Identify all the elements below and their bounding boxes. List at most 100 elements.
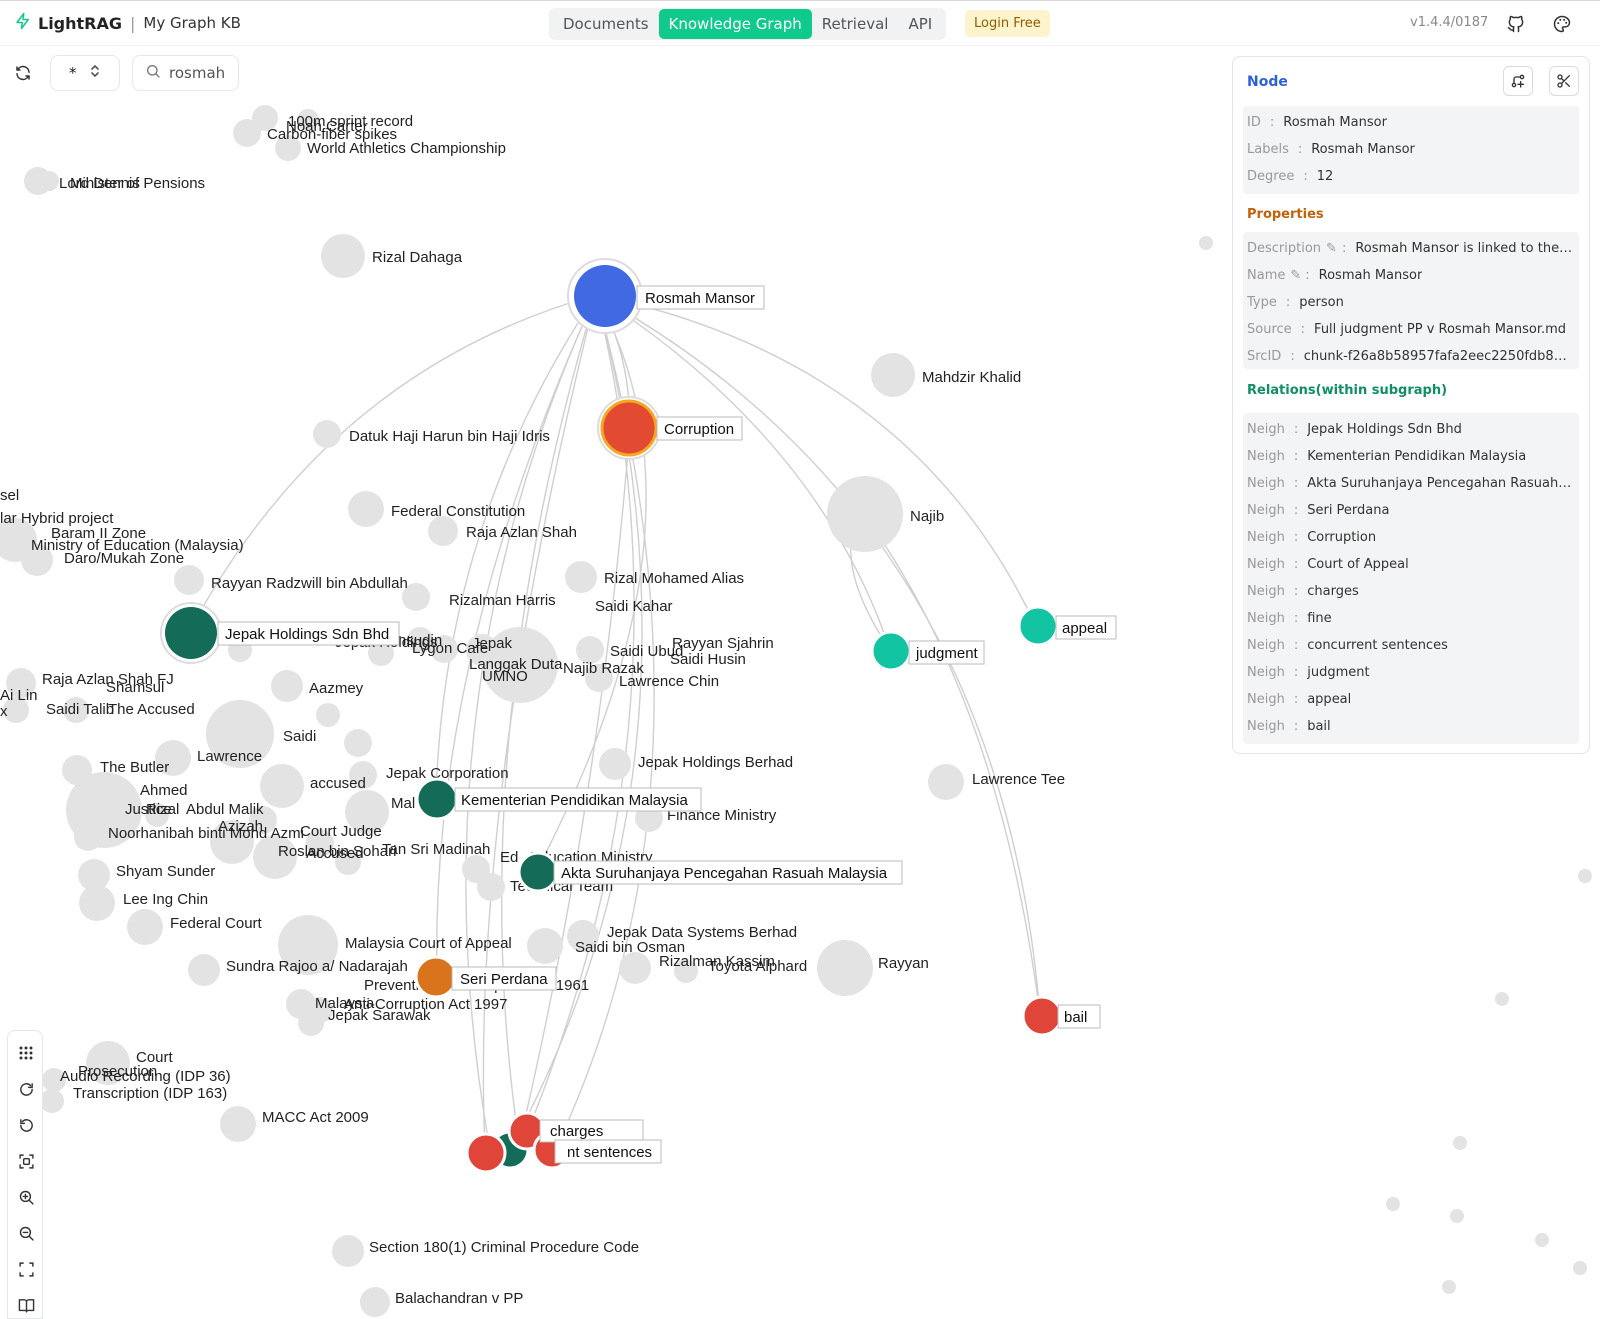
expand-node-icon[interactable]: [1503, 66, 1533, 96]
relation-row[interactable]: Neigh: Kementerian Pendidikan Malaysia: [1247, 449, 1573, 464]
relation-row[interactable]: Neigh: Akta Suruhanjaya Pencegahan Rasuah…: [1247, 476, 1573, 491]
zoom-to-selection-icon[interactable]: [14, 1149, 38, 1173]
node-label: The Accused: [108, 701, 195, 718]
node-bail[interactable]: [1021, 995, 1063, 1037]
zoom-out-icon[interactable]: [14, 1221, 38, 1245]
theme-palette-icon[interactable]: [1551, 13, 1573, 35]
relation-row[interactable]: Neigh: bail: [1247, 719, 1573, 734]
label-charges: charges: [550, 1123, 603, 1140]
prune-node-icon[interactable]: [1549, 66, 1579, 96]
node-label: Jepak Corporation: [386, 765, 509, 782]
node-label: UMNO: [482, 668, 528, 685]
relation-row[interactable]: Neigh: judgment: [1247, 665, 1573, 680]
label-concurrent-sentences: nt sentences: [567, 1144, 652, 1161]
prop-row-type: Type: person: [1247, 295, 1344, 310]
fullscreen-icon[interactable]: [14, 1257, 38, 1281]
node-label: Rizal Dahaga: [372, 249, 463, 266]
info-row-labels: Labels: Rosmah Mansor: [1247, 142, 1415, 157]
relation-row[interactable]: Neigh: appeal: [1247, 692, 1573, 707]
label-bail: bail: [1064, 1009, 1087, 1026]
node-label: Ahmed: [140, 782, 188, 799]
rotate-ccw-icon[interactable]: [14, 1113, 38, 1137]
node-label: Federal Court: [170, 915, 263, 932]
kb-name: My Graph KB: [143, 14, 241, 32]
node-label: Mal: [391, 795, 415, 812]
zoom-in-icon[interactable]: [14, 1185, 38, 1209]
relations-heading: Relations(within subgraph): [1247, 383, 1448, 398]
search-value: rosmah: [169, 64, 226, 82]
node-label: Tan Sri Madinah: [382, 841, 490, 858]
node-label: Rizal Mohamed Alias: [604, 570, 744, 587]
rotate-cw-icon[interactable]: [14, 1077, 38, 1101]
pencil-icon: ✎: [1326, 241, 1337, 256]
pencil-icon: ✎: [1290, 268, 1302, 283]
node-label: Rayyan Sjahrin: [672, 635, 774, 652]
relation-row[interactable]: Neigh: Corruption: [1247, 530, 1573, 545]
chevron-updown-icon: [89, 63, 101, 83]
label-appeal: appeal: [1062, 620, 1107, 637]
prop-row-source: Source: Full judgment PP v Rosmah Mansor.…: [1247, 322, 1567, 337]
node-label: Shyam Sunder: [116, 863, 215, 880]
search-input[interactable]: rosmah: [132, 55, 239, 91]
node-rosmah-mansor[interactable]: [574, 265, 636, 327]
top-bar: LightRAG | My Graph KB Documents Knowled…: [0, 0, 1600, 46]
relation-row[interactable]: Neigh: Court of Appeal: [1247, 557, 1573, 572]
layout-grid-icon[interactable]: [14, 1041, 38, 1065]
node-label: Accused: [306, 845, 364, 862]
label-select[interactable]: *: [50, 55, 120, 91]
node-label: Mahdzir Khalid: [922, 369, 1021, 386]
tab-documents[interactable]: Documents: [553, 9, 659, 39]
relation-row[interactable]: Neigh: concurrent sentences: [1247, 638, 1573, 653]
node-label: Rizal: [146, 801, 179, 818]
node-label: Jepak: [472, 635, 513, 652]
node-label: Noorhanibah binti Mohd Azmi: [108, 825, 304, 842]
tab-knowledge-graph[interactable]: Knowledge Graph: [658, 9, 812, 39]
label-select-value: *: [69, 64, 77, 82]
tab-retrieval[interactable]: Retrieval: [812, 9, 899, 39]
node-label: Lawrence: [197, 748, 262, 765]
node-label: Malaysia Court of Appeal: [345, 935, 512, 952]
node-appeal[interactable]: [1017, 605, 1059, 647]
info-row-id: ID: Rosmah Mansor: [1247, 115, 1387, 130]
label-judgment: judgment: [915, 645, 979, 662]
login-free-badge[interactable]: Login Free: [965, 10, 1050, 37]
node-label: Shamsul: [106, 679, 164, 696]
node-label: Saidi Kahar: [595, 598, 673, 615]
node-label: MACC Act 2009: [262, 1109, 369, 1126]
node-jepak-holdings-sdn-bhd[interactable]: [165, 607, 217, 659]
label-seri-perdana: Seri Perdana: [460, 971, 548, 988]
label-kementerian-pendidikan-malaysia: Kementerian Pendidikan Malaysia: [461, 792, 688, 809]
node-properties: Description ✎: Rosmah Mansor is linked to …: [1243, 232, 1579, 369]
node-label: Saidi Talib: [46, 701, 114, 718]
github-icon[interactable]: [1505, 13, 1527, 35]
node-akta-suruhanjaya[interactable]: [517, 851, 559, 893]
node-seri-perdana[interactable]: [414, 955, 458, 999]
label-akta-suruhanjaya: Akta Suruhanjaya Pencegahan Rasuah Malay…: [561, 865, 888, 882]
node-label: Daro/Mukah Zone: [64, 550, 184, 567]
relation-row[interactable]: Neigh: Seri Perdana: [1247, 503, 1573, 518]
graph-highlight-nodes[interactable]: [160, 258, 1063, 1174]
node-fine[interactable]: [465, 1132, 507, 1174]
label-jepak-holdings-sdn-bhd: Jepak Holdings Sdn Bhd: [225, 626, 389, 643]
tab-api[interactable]: API: [898, 9, 942, 39]
node-kementerian-pendidikan-malaysia[interactable]: [415, 777, 459, 821]
relation-row[interactable]: Neigh: Jepak Holdings Sdn Bhd: [1247, 422, 1573, 437]
node-label: Minister of Pensions: [70, 175, 205, 192]
node-properties-panel: Node ID: Rosmah Mansor Labels: Rosmah Mans…: [1232, 56, 1590, 754]
refresh-icon[interactable]: [10, 60, 36, 86]
relation-row[interactable]: Neigh: charges: [1247, 584, 1573, 599]
brand[interactable]: LightRAG | My Graph KB: [14, 12, 241, 34]
legend-book-icon[interactable]: [14, 1293, 38, 1317]
node-judgment[interactable]: [870, 630, 912, 672]
main-tabs: Documents Knowledge Graph Retrieval API: [549, 8, 947, 40]
prop-row-description[interactable]: Description ✎: Rosmah Mansor is linked to …: [1247, 241, 1573, 256]
node-label: Ed: [500, 849, 518, 866]
prop-row-name[interactable]: Name ✎: Rosmah Mansor: [1247, 268, 1573, 283]
node-corruption[interactable]: [600, 399, 658, 457]
panel-title: Node: [1247, 74, 1288, 90]
node-label: Saidi: [283, 728, 316, 745]
node-label: Lee Ing Chin: [123, 891, 208, 908]
relation-row[interactable]: Neigh: fine: [1247, 611, 1573, 626]
node-label: Jepak Sarawak: [328, 1007, 431, 1024]
node-label: Rayyan Radzwill bin Abdullah: [211, 575, 408, 592]
